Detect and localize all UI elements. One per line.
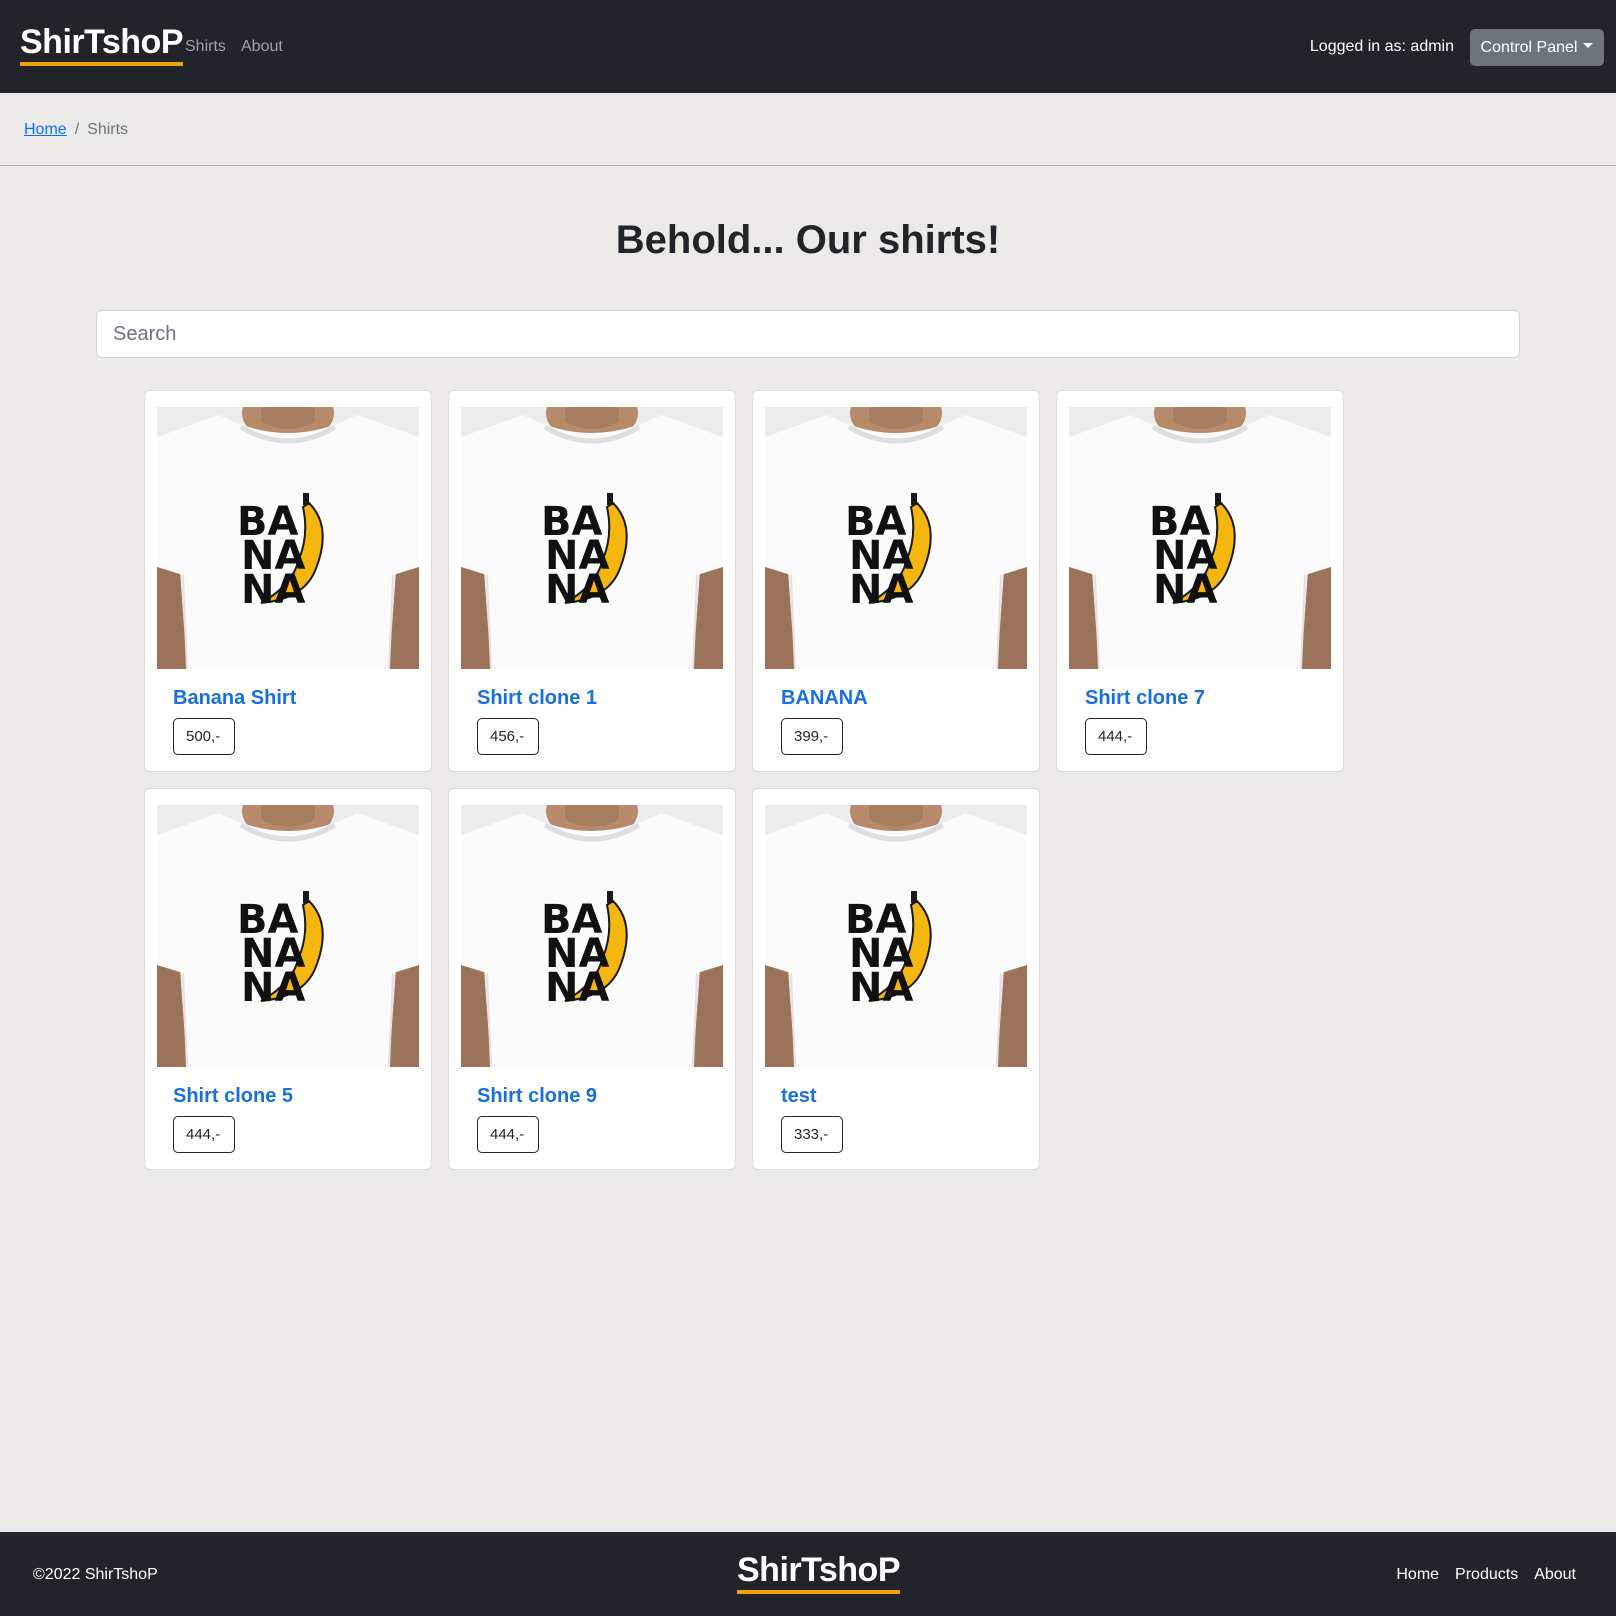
breadcrumb-separator: /	[74, 121, 80, 138]
product-image[interactable]: BA NA NA	[461, 407, 723, 669]
page-title: Behold... Our shirts!	[615, 218, 1001, 262]
top-navbar: ShirTshoP Shirts About Logged in as: adm…	[0, 0, 1616, 93]
product-card[interactable]: BA NA NA Banana Shirt 500,-	[144, 390, 432, 772]
shirt-print-text: NA	[545, 567, 609, 613]
product-card[interactable]: BA NA NA Shirt clone 7 444,-	[1056, 390, 1344, 772]
footer-copyright: ©2022 ShirTshoP	[33, 1566, 158, 1583]
brand-logo[interactable]: ShirTshoP	[20, 22, 184, 66]
footer-link-about[interactable]: About	[1534, 1565, 1576, 1585]
price-badge: 444,-	[173, 1116, 235, 1153]
shirt-print-text: NA	[1153, 567, 1217, 613]
shirt-print-text: NA	[241, 965, 305, 1011]
product-title-link[interactable]: Shirt clone 1	[477, 686, 597, 710]
product-image[interactable]: BA NA NA	[765, 407, 1027, 669]
control-panel-label: Control Panel	[1480, 38, 1578, 56]
shirt-print-text: NA	[545, 965, 609, 1011]
breadcrumb: Home / Shirts	[24, 120, 128, 140]
breadcrumb-current: Shirts	[87, 121, 129, 138]
price-badge: 399,-	[781, 718, 843, 755]
price-badge: 333,-	[781, 1116, 843, 1153]
search-input[interactable]	[96, 310, 1520, 358]
product-title-link[interactable]: Shirt clone 7	[1085, 686, 1205, 710]
breadcrumb-home-link[interactable]: Home	[24, 120, 67, 140]
nav-link-shirts[interactable]: Shirts	[185, 37, 226, 57]
price-badge: 444,-	[477, 1116, 539, 1153]
product-title-link[interactable]: test	[781, 1084, 817, 1108]
nav-link-about[interactable]: About	[241, 37, 283, 57]
product-title-link[interactable]: Shirt clone 5	[173, 1084, 293, 1108]
price-badge: 500,-	[173, 718, 235, 755]
price-badge: 444,-	[1085, 718, 1147, 755]
price-badge: 456,-	[477, 718, 539, 755]
shirt-print-text: NA	[849, 567, 913, 613]
product-image[interactable]: BA NA NA	[157, 407, 419, 669]
product-card[interactable]: BA NA NA Shirt clone 1 456,-	[448, 390, 736, 772]
logged-in-status: Logged in as: admin	[1309, 38, 1454, 55]
product-title-link[interactable]: Banana Shirt	[173, 686, 296, 710]
footer: ©2022 ShirTshoP ShirTshoP Home Products …	[0, 1532, 1616, 1616]
product-title-link[interactable]: BANANA	[781, 686, 868, 710]
product-image[interactable]: BA NA NA	[461, 805, 723, 1067]
product-card[interactable]: BA NA NA BANANA 399,-	[752, 390, 1040, 772]
product-image[interactable]: BA NA NA	[157, 805, 419, 1067]
breadcrumb-bar: Home / Shirts	[0, 93, 1616, 166]
caret-down-icon	[1583, 43, 1594, 48]
product-grid: BA NA NA Banana Shirt 500,- BA NA NA Shir…	[144, 390, 1344, 1170]
product-image[interactable]: BA NA NA	[765, 805, 1027, 1067]
product-image[interactable]: BA NA NA	[1069, 407, 1331, 669]
shirt-print-text: NA	[849, 965, 913, 1011]
product-title-link[interactable]: Shirt clone 9	[477, 1084, 597, 1108]
footer-link-home[interactable]: Home	[1396, 1565, 1439, 1585]
footer-links: Home Products About	[1396, 1565, 1576, 1585]
product-card[interactable]: BA NA NA Shirt clone 9 444,-	[448, 788, 736, 1170]
shirt-print-text: NA	[241, 567, 305, 613]
control-panel-dropdown[interactable]: Control Panel	[1470, 29, 1604, 66]
footer-brand-logo[interactable]: ShirTshoP	[737, 1550, 901, 1594]
product-card[interactable]: BA NA NA Shirt clone 5 444,-	[144, 788, 432, 1170]
footer-link-products[interactable]: Products	[1455, 1565, 1518, 1585]
product-card[interactable]: BA NA NA test 333,-	[752, 788, 1040, 1170]
